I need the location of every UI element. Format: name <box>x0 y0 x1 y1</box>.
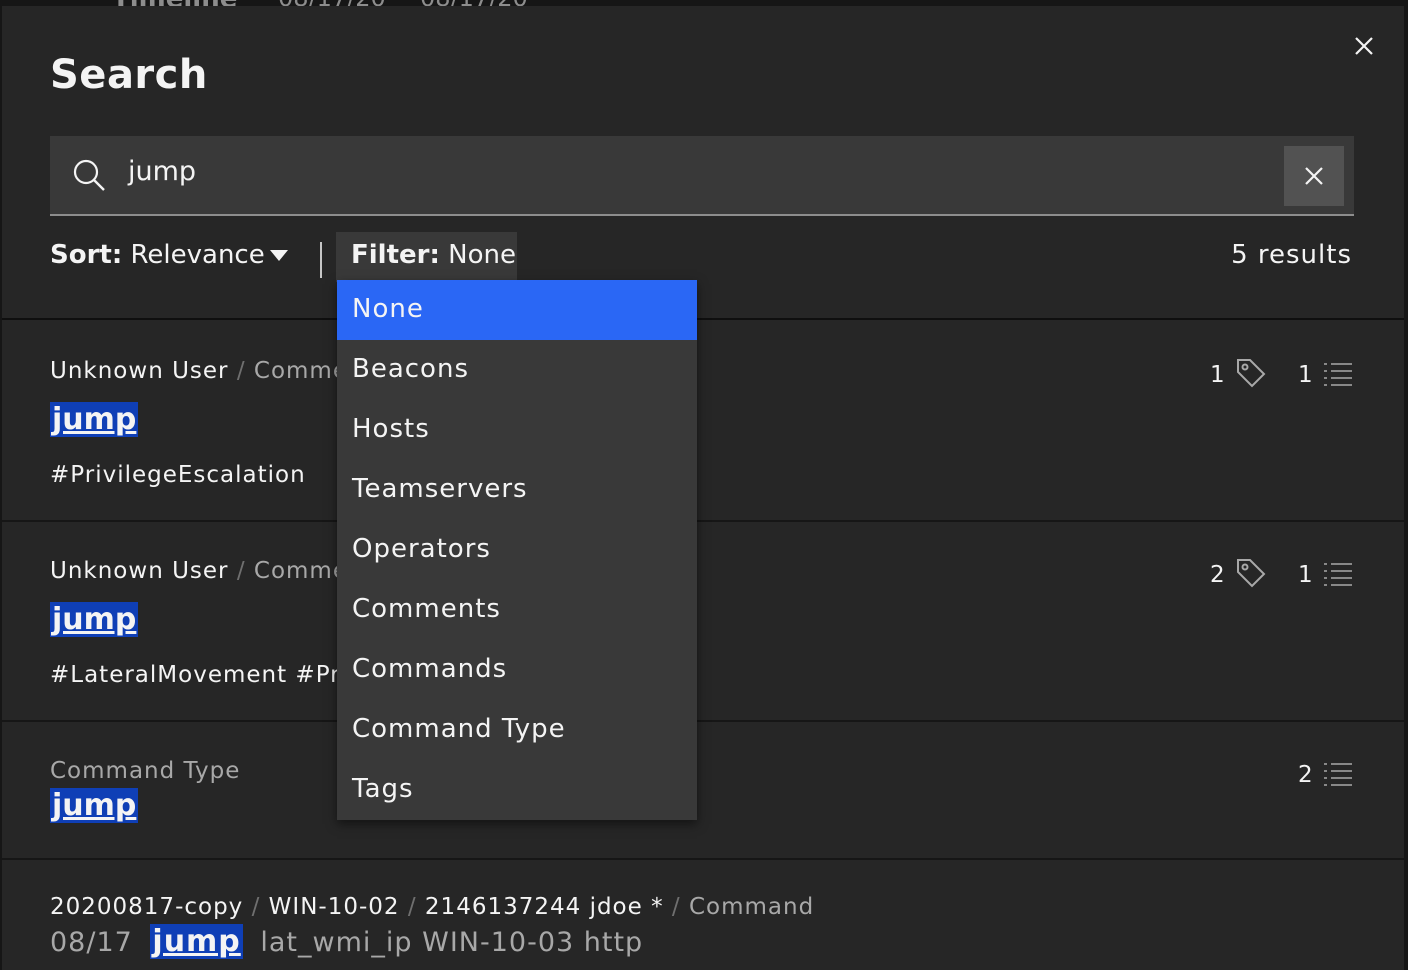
result-item[interactable]: Command Type jump 2 <box>2 722 1404 860</box>
result-breadcrumb: Command Type <box>50 758 240 784</box>
result-breadcrumb: Unknown User / Comment <box>50 358 374 384</box>
filter-dropdown[interactable]: Filter: None <box>336 232 517 282</box>
breadcrumb-separator: / <box>251 894 261 920</box>
list-icon <box>1324 363 1352 386</box>
caret-down-icon[interactable] <box>270 250 288 261</box>
list-count: 1 <box>1298 362 1313 388</box>
filter-option-hosts[interactable]: Hosts <box>337 400 697 460</box>
breadcrumb-operation: 20200817-copy <box>50 894 244 920</box>
sort-value: Relevance <box>130 240 265 270</box>
filter-option-operators[interactable]: Operators <box>337 520 697 580</box>
match-highlight: jump <box>150 924 243 959</box>
modal-title: Search <box>50 52 208 98</box>
filter-option-tags[interactable]: Tags <box>337 760 697 820</box>
breadcrumb-host: WIN-10-02 <box>268 894 400 920</box>
search-input[interactable]: jump <box>50 136 1354 216</box>
match-highlight: jump <box>50 602 139 637</box>
breadcrumb-user: Unknown User <box>50 558 229 584</box>
breadcrumb-type: Command <box>688 894 815 920</box>
list-icon <box>1324 763 1352 786</box>
close-icon <box>1355 37 1373 55</box>
command-args: lat_wmi_ip WIN-10-03 http <box>260 927 644 958</box>
filter-label: Filter: <box>351 240 440 270</box>
result-tags: #LateralMovement #Priv <box>50 662 363 688</box>
filter-option-commands[interactable]: Commands <box>337 640 697 700</box>
filter-option-beacons[interactable]: Beacons <box>337 340 697 400</box>
list-icon <box>1324 563 1352 586</box>
command-line[interactable]: 08/17 jump lat_wmi_ip WIN-10-03 http <box>50 924 643 959</box>
command-date: 08/17 <box>50 927 133 958</box>
breadcrumb-beacon: 2146137244 jdoe * <box>424 894 664 920</box>
breadcrumb-type: Command Type <box>50 758 241 784</box>
filter-value: None <box>448 240 516 270</box>
result-item[interactable]: Unknown User / Comment jump #LateralMove… <box>2 522 1404 722</box>
result-breadcrumb: 20200817-copy / WIN-10-02 / 2146137244 j… <box>50 894 814 920</box>
result-tags: #PrivilegeEscalation <box>50 462 306 488</box>
breadcrumb-separator: / <box>407 894 417 920</box>
option-label: Beacons <box>352 354 469 384</box>
search-modal: Search jump Sort: Relevance Filter: None… <box>2 6 1404 970</box>
filter-option-command-type[interactable]: Command Type <box>337 700 697 760</box>
option-label: Teamservers <box>352 474 528 504</box>
sort-label: Sort: <box>50 240 123 270</box>
option-label: Hosts <box>352 414 430 444</box>
match-highlight: jump <box>50 402 139 437</box>
search-query-text[interactable]: jump <box>128 156 196 187</box>
filter-option-none[interactable]: None <box>337 280 697 340</box>
breadcrumb-separator: / <box>671 894 681 920</box>
tag-icon <box>1237 559 1266 588</box>
breadcrumb-user: Unknown User <box>50 358 229 384</box>
filter-option-comments[interactable]: Comments <box>337 580 697 640</box>
close-icon <box>1305 167 1323 185</box>
filter-option-teamservers[interactable]: Teamservers <box>337 460 697 520</box>
match-highlight: jump <box>50 788 139 823</box>
option-label: Command Type <box>352 714 566 744</box>
tag-icon <box>1237 359 1266 388</box>
tag-count: 2 <box>1210 562 1225 588</box>
option-label: Comments <box>352 594 501 624</box>
toolbar-divider <box>320 242 322 278</box>
results-count: 5 results <box>1231 240 1352 270</box>
breadcrumb-separator: / <box>236 358 246 384</box>
list-count: 2 <box>1298 762 1313 788</box>
clear-search-button[interactable] <box>1284 146 1344 206</box>
close-modal-button[interactable] <box>1348 30 1380 62</box>
filter-menu: None Beacons Hosts Teamservers Operators… <box>337 280 697 820</box>
option-label: None <box>352 294 424 324</box>
option-label: Tags <box>352 774 414 804</box>
tag-count: 1 <box>1210 362 1225 388</box>
list-count: 1 <box>1298 562 1313 588</box>
breadcrumb-separator: / <box>236 558 246 584</box>
option-label: Commands <box>352 654 508 684</box>
sort-dropdown[interactable]: Sort: Relevance <box>50 240 265 270</box>
result-breadcrumb: Unknown User / Comment <box>50 558 374 584</box>
result-item[interactable]: Unknown User / Comment jump #PrivilegeEs… <box>2 320 1404 522</box>
search-icon <box>73 159 105 191</box>
option-label: Operators <box>352 534 491 564</box>
